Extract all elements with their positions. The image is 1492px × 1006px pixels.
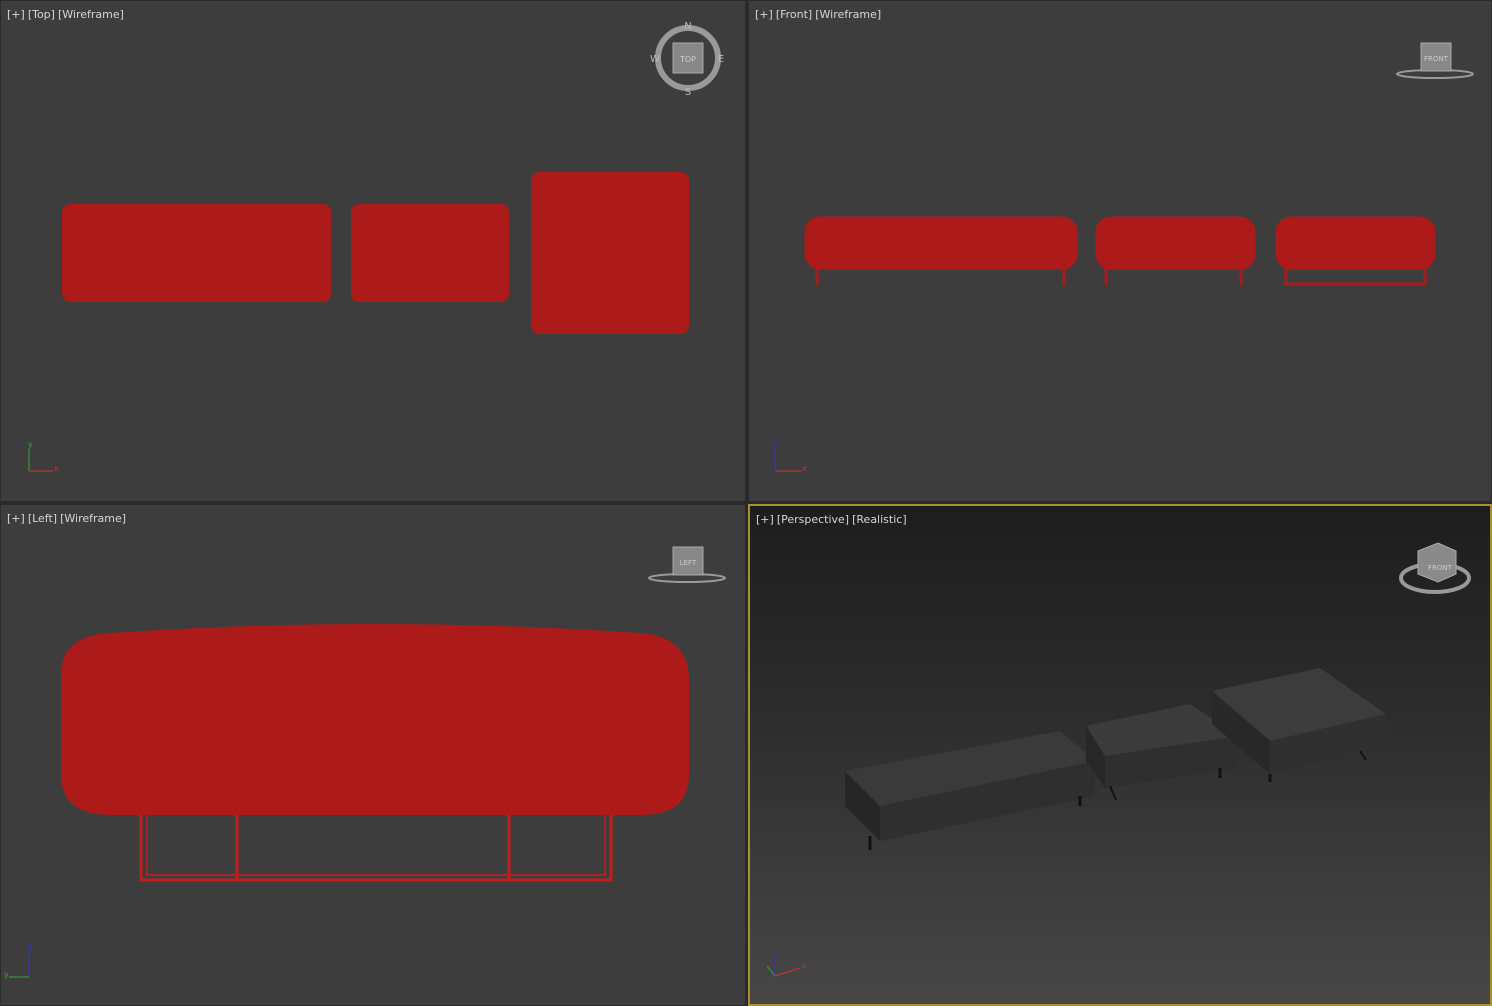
ottoman-side-profile[interactable] [61, 624, 689, 815]
viewport-top[interactable]: [+] [Top] [Wireframe] TOP N E S W yx [0, 0, 746, 502]
left-view-scene: LEFT zy [4, 546, 726, 979]
svg-text:LEFT: LEFT [680, 559, 697, 567]
viewport-left[interactable]: [+] [Left] [Wireframe] LEFT zy [0, 504, 746, 1006]
perspective-scene: FRONT zx [766, 542, 1471, 977]
svg-text:z: z [774, 438, 778, 447]
ottoman-square[interactable] [531, 172, 689, 334]
svg-text:TOP: TOP [679, 55, 696, 64]
ottoman-small[interactable] [351, 204, 509, 302]
bench-long[interactable] [804, 216, 1078, 270]
front-view-scene: FRONT zx [774, 42, 1474, 473]
axis-gizmo: zx [766, 945, 807, 977]
svg-text:y: y [28, 440, 33, 449]
svg-text:FRONT: FRONT [1424, 55, 1449, 63]
svg-text:N: N [684, 21, 691, 32]
svg-text:x: x [802, 961, 807, 970]
svg-text:x: x [54, 464, 59, 473]
viewport-front[interactable]: [+] [Front] [Wireframe] FRONT zx [748, 0, 1492, 502]
viewcube[interactable]: FRONT [1396, 42, 1474, 79]
bench-long[interactable] [62, 204, 331, 302]
top-view-scene: TOP N E S W yx [28, 21, 724, 473]
svg-text:z: z [774, 945, 778, 954]
svg-text:FRONT: FRONT [1428, 564, 1453, 572]
svg-text:z: z [28, 942, 32, 951]
viewport-perspective[interactable]: [+] [Perspective] [Realistic] FRONT zx [748, 504, 1492, 1006]
svg-text:S: S [685, 87, 691, 98]
viewcube[interactable]: TOP N E S W [650, 21, 724, 98]
axis-gizmo: yx [28, 440, 59, 473]
axis-gizmo: zy [4, 942, 32, 979]
svg-text:y: y [4, 970, 9, 979]
ottoman-square[interactable] [1275, 216, 1436, 270]
axis-gizmo: zx [774, 438, 807, 473]
svg-text:E: E [718, 54, 724, 65]
viewcube[interactable]: FRONT [1399, 542, 1471, 594]
svg-text:W: W [650, 54, 660, 65]
svg-text:x: x [802, 464, 807, 473]
ottoman-small[interactable] [1095, 216, 1256, 270]
ottoman-square[interactable] [1212, 668, 1386, 782]
viewcube[interactable]: LEFT [648, 546, 726, 583]
bench-long[interactable] [845, 731, 1095, 850]
